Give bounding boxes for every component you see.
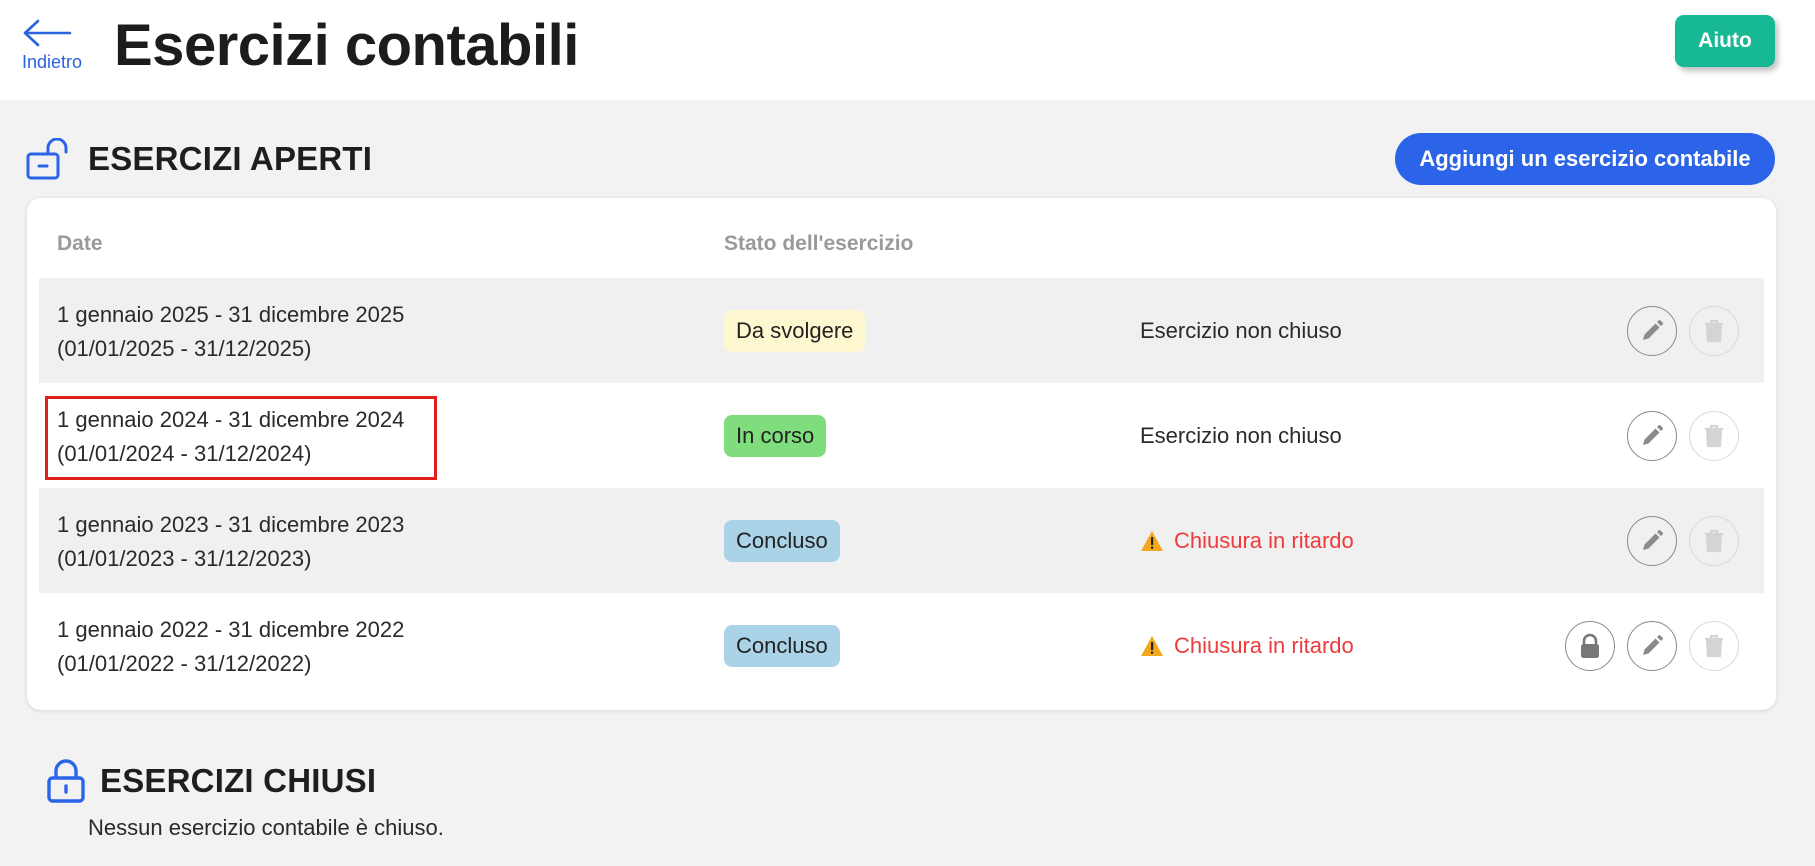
status-badge: Da svolgere <box>724 310 866 352</box>
status-badge: Concluso <box>724 520 840 562</box>
status-badge: In corso <box>724 415 827 457</box>
edit-button[interactable] <box>1627 306 1677 356</box>
trash-icon <box>1705 634 1723 658</box>
trash-icon <box>1705 529 1723 553</box>
date-range: 1 gennaio 2022 - 31 dicembre 2022 <box>57 617 405 642</box>
help-button[interactable]: Aiuto <box>1675 15 1775 67</box>
unlock-icon <box>26 138 68 180</box>
edit-button[interactable] <box>1627 516 1677 566</box>
back-label: Indietro <box>22 52 83 72</box>
open-section-header: ESERCIZI APERTI <box>26 136 372 182</box>
edit-button[interactable] <box>1627 621 1677 671</box>
closing-status: Esercizio non chiuso <box>1140 421 1342 451</box>
closing-status: Chiusura in ritardo <box>1140 526 1354 556</box>
date-range-short: (01/01/2025 - 31/12/2025) <box>57 336 312 361</box>
date-range-short: (01/01/2022 - 31/12/2022) <box>57 651 312 676</box>
delete-button[interactable] <box>1689 411 1739 461</box>
date-range: 1 gennaio 2025 - 31 dicembre 2025 <box>57 302 405 327</box>
warning-icon <box>1141 636 1163 656</box>
closing-status-label: Esercizio non chiuso <box>1140 423 1342 448</box>
date-cell: 1 gennaio 2025 - 31 dicembre 2025 (01/01… <box>57 298 404 366</box>
back-arrow-icon <box>23 19 72 47</box>
pencil-icon <box>1643 320 1663 340</box>
lock-icon <box>47 759 85 803</box>
close-year-button[interactable] <box>1565 621 1615 671</box>
add-fiscal-year-button[interactable]: Aggiungi un esercizio contabile <box>1395 133 1775 185</box>
back-button[interactable]: Indietro <box>22 18 94 78</box>
page-header: Indietro Esercizi contabili Aiuto <box>0 0 1815 100</box>
date-cell: 1 gennaio 2023 - 31 dicembre 2023 (01/01… <box>57 508 404 576</box>
page-title: Esercizi contabili <box>114 13 579 78</box>
date-cell: 1 gennaio 2022 - 31 dicembre 2022 (01/01… <box>57 613 404 681</box>
column-header-date: Date <box>57 232 103 255</box>
table-row: 1 gennaio 2025 - 31 dicembre 2025 (01/01… <box>39 278 1764 383</box>
date-range: 1 gennaio 2023 - 31 dicembre 2023 <box>57 512 405 537</box>
closed-section-header: ESERCIZI CHIUSI <box>46 758 376 804</box>
pencil-icon <box>1643 425 1663 445</box>
empty-state-text: Nessun esercizio contabile è chiuso. <box>88 815 444 840</box>
delete-button[interactable] <box>1689 516 1739 566</box>
closing-status-label: Esercizio non chiuso <box>1140 318 1342 343</box>
delete-button[interactable] <box>1689 306 1739 356</box>
pencil-icon <box>1643 530 1663 550</box>
closing-status: Chiusura in ritardo <box>1140 631 1354 661</box>
trash-icon <box>1705 319 1723 343</box>
closing-status-label: Chiusura in ritardo <box>1174 528 1354 553</box>
table-row: 1 gennaio 2022 - 31 dicembre 2022 (01/01… <box>39 593 1764 698</box>
warning-icon <box>1141 531 1163 551</box>
date-range-short: (01/01/2023 - 31/12/2023) <box>57 546 312 571</box>
highlight-box <box>45 396 437 480</box>
closing-status-label: Chiusura in ritardo <box>1174 633 1354 658</box>
table-row: 1 gennaio 2023 - 31 dicembre 2023 (01/01… <box>39 488 1764 593</box>
pencil-icon <box>1643 635 1663 655</box>
column-header-status: Stato dell'esercizio <box>724 232 914 255</box>
trash-icon <box>1705 424 1723 448</box>
open-section-title: ESERCIZI APERTI <box>88 140 373 177</box>
status-badge: Concluso <box>724 625 840 667</box>
edit-button[interactable] <box>1627 411 1677 461</box>
closing-status: Esercizio non chiuso <box>1140 316 1342 346</box>
delete-button[interactable] <box>1689 621 1739 671</box>
closed-section-title: ESERCIZI CHIUSI <box>100 762 377 799</box>
lock-icon <box>1581 633 1599 658</box>
